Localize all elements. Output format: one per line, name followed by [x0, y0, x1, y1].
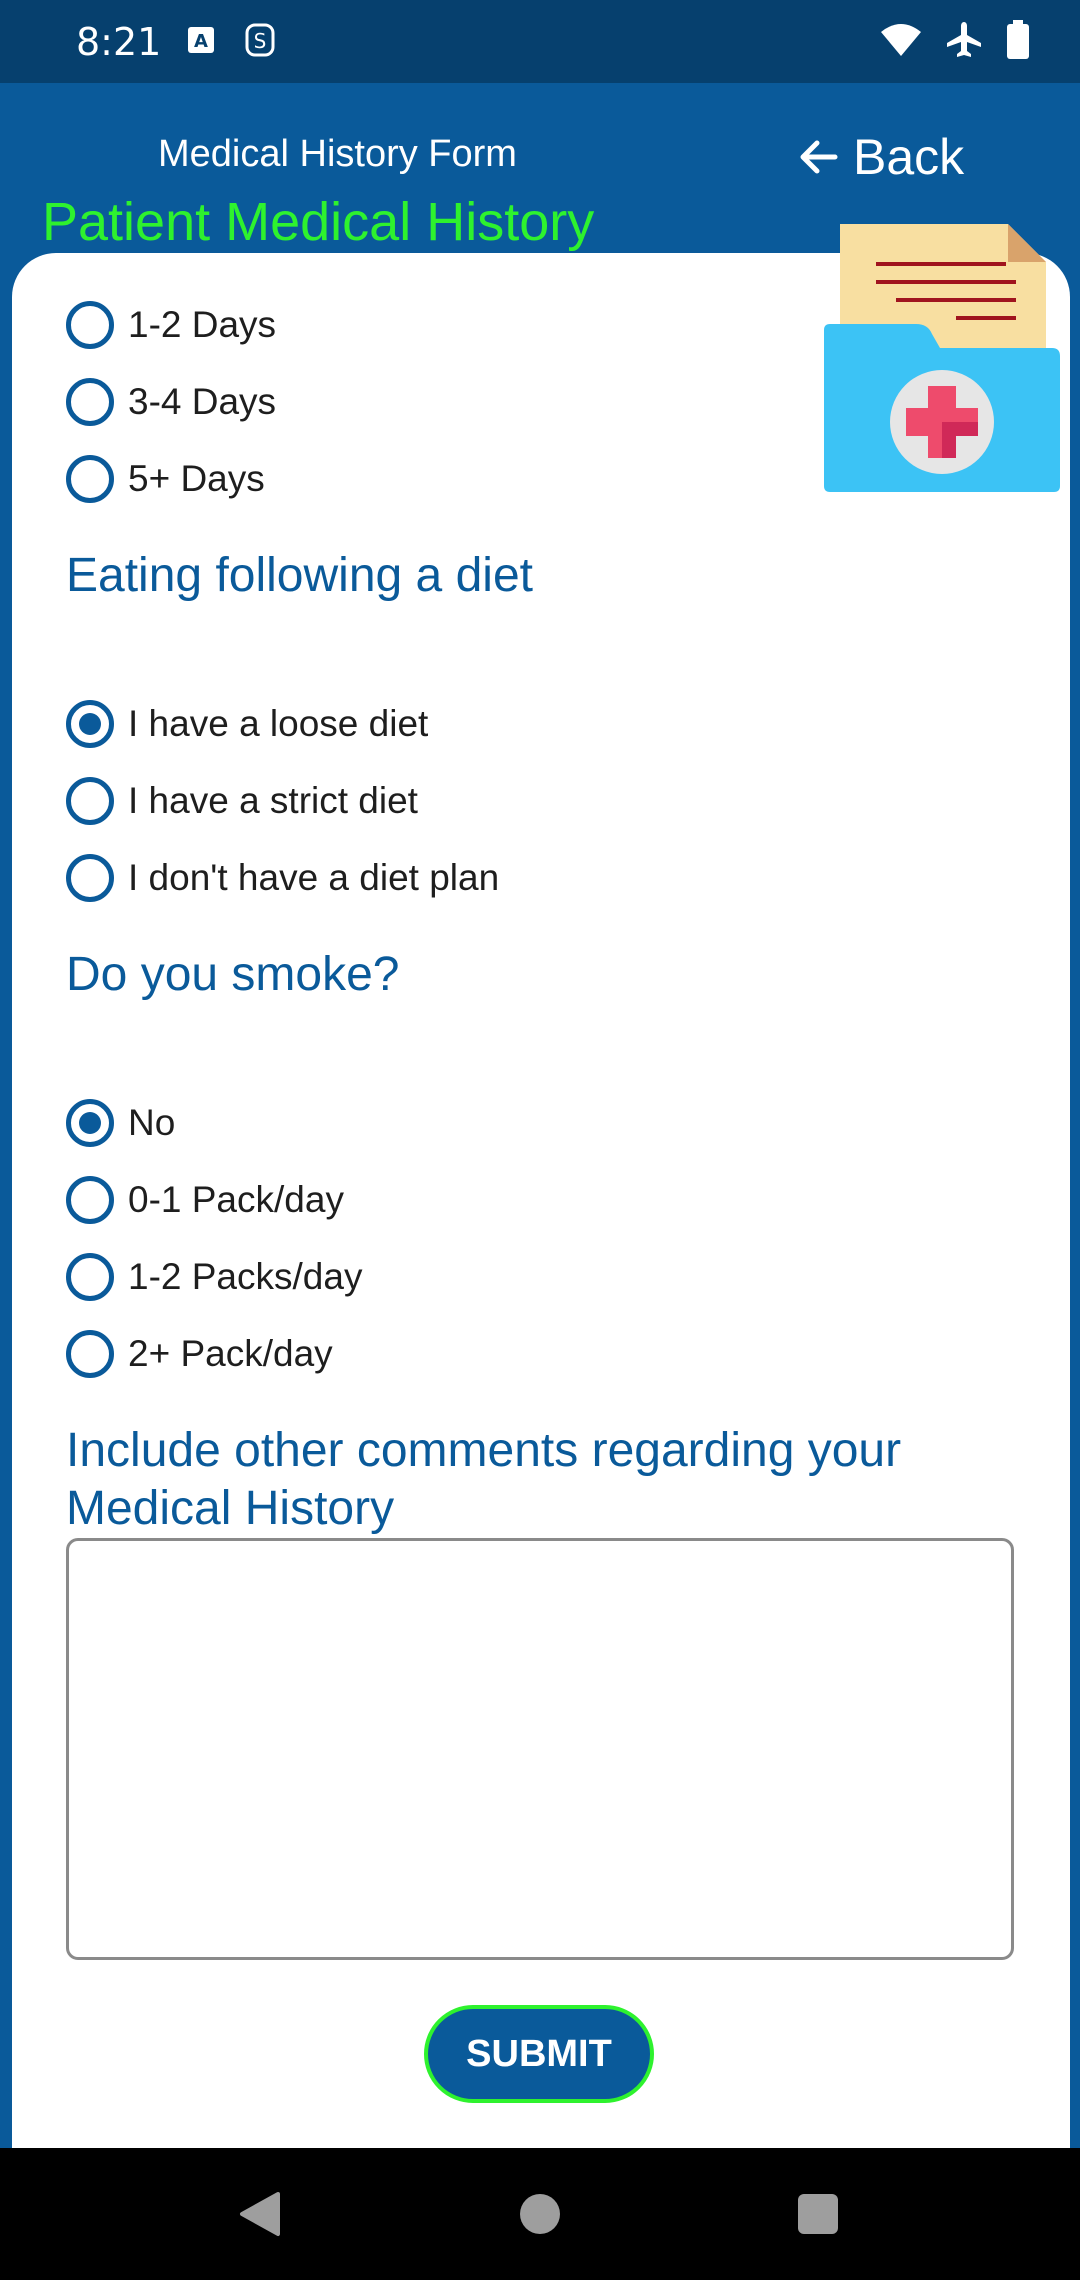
radio-button[interactable]	[66, 1253, 114, 1301]
comments-textarea[interactable]	[66, 1538, 1014, 1960]
radio-button[interactable]	[66, 301, 114, 349]
comments-heading-line2: Medical History	[66, 1482, 395, 1535]
svg-text:S: S	[254, 29, 267, 53]
smiley-s-icon: S	[245, 23, 275, 57]
radio-label: No	[128, 1102, 176, 1143]
back-label: Back	[853, 129, 965, 185]
radio-option-2-plus-packs[interactable]: 2+ Pack/day	[66, 1328, 333, 1380]
radio-option-no-diet-plan[interactable]: I don't have a diet plan	[66, 852, 499, 904]
radio-label: I have a strict diet	[128, 780, 418, 821]
radio-button-checked[interactable]	[66, 1099, 114, 1147]
radio-label: 1-2 Days	[128, 304, 277, 345]
header-title: Medical History Form	[158, 133, 517, 175]
navigation-bar	[0, 2148, 1080, 2280]
nav-back-icon[interactable]	[238, 2190, 282, 2238]
radio-label: 5+ Days	[128, 458, 265, 499]
radio-label: I don't have a diet plan	[128, 857, 500, 898]
keyboard-a-icon: A	[188, 27, 214, 53]
radio-option-0-1-pack[interactable]: 0-1 Pack/day	[66, 1174, 344, 1226]
medical-folder-icon	[824, 224, 1060, 492]
radio-option-1-2-days[interactable]: 1-2 Days	[66, 299, 276, 351]
smoke-heading: Do you smoke?	[66, 948, 400, 1001]
airplane-icon	[947, 22, 981, 57]
radio-label: 2+ Pack/day	[128, 1333, 333, 1374]
diet-heading: Eating following a diet	[66, 549, 533, 602]
arrow-left-icon	[800, 140, 838, 174]
radio-button[interactable]	[66, 777, 114, 825]
page-title: Patient Medical History	[42, 192, 595, 252]
svg-text:A: A	[194, 31, 208, 52]
radio-option-1-2-packs[interactable]: 1-2 Packs/day	[66, 1251, 362, 1303]
submit-button[interactable]: SUBMIT	[424, 2005, 654, 2103]
radio-label: 3-4 Days	[128, 381, 277, 422]
radio-label: I have a loose diet	[128, 703, 429, 744]
back-button[interactable]: Back	[795, 128, 964, 186]
comments-heading: Include other comments regarding your Me…	[66, 1422, 901, 1538]
radio-option-strict-diet[interactable]: I have a strict diet	[66, 775, 418, 827]
status-right-icons	[880, 20, 1030, 60]
radio-label: 0-1 Pack/day	[128, 1179, 344, 1220]
comments-heading-line1: Include other comments regarding your	[66, 1424, 902, 1477]
radio-option-5-plus-days[interactable]: 5+ Days	[66, 453, 265, 505]
radio-button[interactable]	[66, 378, 114, 426]
radio-button[interactable]	[66, 1176, 114, 1224]
radio-button-checked[interactable]	[66, 700, 114, 748]
radio-button[interactable]	[66, 854, 114, 902]
status-bar: 8:21 A S	[0, 0, 1080, 83]
status-time: 8:21	[76, 20, 162, 64]
nav-home-icon[interactable]	[520, 2194, 560, 2234]
status-left-icons: A S	[186, 22, 276, 58]
radio-option-no-smoke[interactable]: No	[66, 1097, 175, 1149]
radio-option-3-4-days[interactable]: 3-4 Days	[66, 376, 276, 428]
nav-recents-icon[interactable]	[798, 2194, 838, 2234]
radio-label: 1-2 Packs/day	[128, 1256, 363, 1297]
radio-button[interactable]	[66, 455, 114, 503]
radio-option-loose-diet[interactable]: I have a loose diet	[66, 698, 428, 750]
battery-icon	[1007, 20, 1029, 59]
wifi-icon	[881, 24, 921, 56]
radio-button[interactable]	[66, 1330, 114, 1378]
